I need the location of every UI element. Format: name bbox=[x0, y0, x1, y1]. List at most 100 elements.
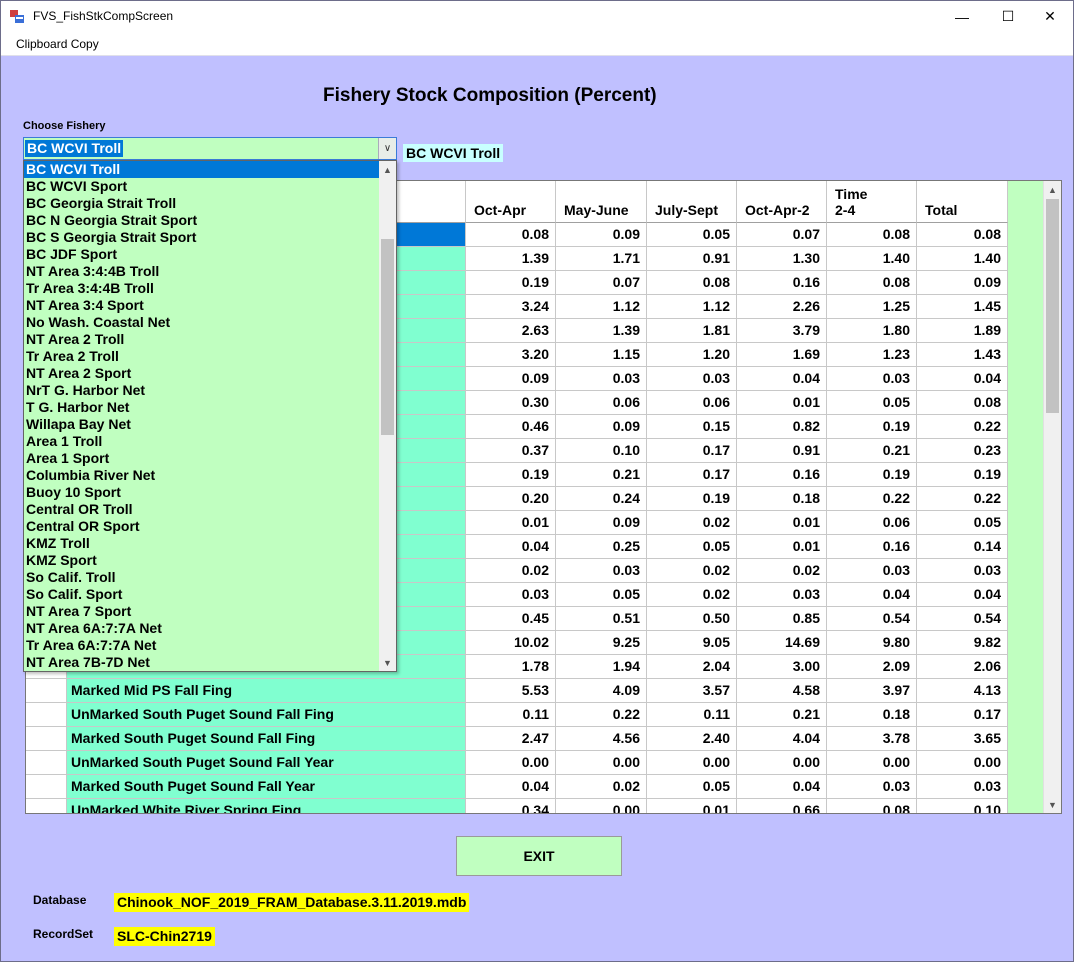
row-header[interactable] bbox=[26, 751, 67, 775]
value-cell[interactable]: 0.11 bbox=[647, 703, 737, 727]
row-header[interactable] bbox=[26, 727, 67, 751]
value-cell[interactable]: 10.02 bbox=[466, 631, 556, 655]
row-header[interactable] bbox=[26, 775, 67, 799]
value-cell[interactable]: 0.00 bbox=[647, 751, 737, 775]
table-row[interactable]: Marked South Puget Sound Fall Year 0.04 0.… bbox=[26, 775, 1008, 799]
fishery-option[interactable]: Columbia River Net bbox=[24, 467, 380, 484]
stock-name-cell[interactable]: Marked Mid PS Fall Fing bbox=[67, 679, 466, 703]
value-cell[interactable]: 0.02 bbox=[647, 559, 737, 583]
value-cell[interactable]: 0.50 bbox=[647, 607, 737, 631]
value-cell[interactable]: 0.66 bbox=[737, 799, 827, 813]
dropdown-scrollbar[interactable]: ▲ ▼ bbox=[379, 161, 396, 671]
value-cell[interactable]: 2.04 bbox=[647, 655, 737, 679]
value-cell[interactable]: 0.22 bbox=[917, 487, 1008, 511]
value-cell[interactable]: 0.00 bbox=[737, 751, 827, 775]
value-cell[interactable]: 2.26 bbox=[737, 295, 827, 319]
value-cell[interactable]: 1.81 bbox=[647, 319, 737, 343]
value-cell[interactable]: 0.09 bbox=[556, 415, 647, 439]
fishery-option[interactable]: NT Area 2 Sport bbox=[24, 365, 380, 382]
value-cell[interactable]: 0.45 bbox=[466, 607, 556, 631]
value-cell[interactable]: 0.09 bbox=[556, 223, 647, 247]
row-header[interactable] bbox=[26, 679, 67, 703]
fishery-combobox[interactable]: BC WCVI Troll ∨ bbox=[23, 137, 397, 160]
table-row[interactable]: Marked Mid PS Fall Fing 5.53 4.09 3.57 4.58 3… bbox=[26, 679, 1008, 703]
fishery-option[interactable]: NT Area 6A:7:7A Net bbox=[24, 620, 380, 637]
value-cell[interactable]: 2.09 bbox=[827, 655, 917, 679]
fishery-option[interactable]: NT Area 3:4 Sport bbox=[24, 297, 380, 314]
value-cell[interactable]: 0.04 bbox=[917, 583, 1008, 607]
value-cell[interactable]: 0.01 bbox=[466, 511, 556, 535]
value-cell[interactable]: 0.01 bbox=[737, 511, 827, 535]
stock-name-cell[interactable]: UnMarked South Puget Sound Fall Fing bbox=[67, 703, 466, 727]
value-cell[interactable]: 0.01 bbox=[647, 799, 737, 813]
fishery-option[interactable]: NrT G. Harbor Net bbox=[24, 382, 380, 399]
value-cell[interactable]: 0.06 bbox=[827, 511, 917, 535]
value-cell[interactable]: 0.09 bbox=[466, 367, 556, 391]
column-header[interactable]: May-June bbox=[556, 181, 647, 223]
value-cell[interactable]: 0.05 bbox=[917, 511, 1008, 535]
stock-name-cell[interactable]: Marked South Puget Sound Fall Year bbox=[67, 775, 466, 799]
value-cell[interactable]: 0.19 bbox=[466, 463, 556, 487]
value-cell[interactable]: 4.58 bbox=[737, 679, 827, 703]
fishery-option[interactable]: BC WCVI Sport bbox=[24, 178, 380, 195]
value-cell[interactable]: 0.01 bbox=[737, 535, 827, 559]
value-cell[interactable]: 0.18 bbox=[737, 487, 827, 511]
column-header[interactable]: July-Sept bbox=[647, 181, 737, 223]
value-cell[interactable]: 0.08 bbox=[917, 223, 1008, 247]
value-cell[interactable]: 3.79 bbox=[737, 319, 827, 343]
value-cell[interactable]: 5.53 bbox=[466, 679, 556, 703]
fishery-option[interactable]: Tr Area 2 Troll bbox=[24, 348, 380, 365]
value-cell[interactable]: 0.19 bbox=[466, 271, 556, 295]
value-cell[interactable]: 0.21 bbox=[827, 439, 917, 463]
value-cell[interactable]: 0.02 bbox=[647, 583, 737, 607]
fishery-option[interactable]: So Calif. Troll bbox=[24, 569, 380, 586]
value-cell[interactable]: 9.25 bbox=[556, 631, 647, 655]
value-cell[interactable]: 0.51 bbox=[556, 607, 647, 631]
combobox-dropdown-button[interactable]: ∨ bbox=[378, 138, 396, 159]
fishery-option[interactable]: NT Area 2 Troll bbox=[24, 331, 380, 348]
close-button[interactable]: ✕ bbox=[1027, 1, 1073, 32]
value-cell[interactable]: 1.15 bbox=[556, 343, 647, 367]
value-cell[interactable]: 1.69 bbox=[737, 343, 827, 367]
value-cell[interactable]: 0.08 bbox=[827, 271, 917, 295]
value-cell[interactable]: 0.05 bbox=[647, 223, 737, 247]
value-cell[interactable]: 0.00 bbox=[556, 751, 647, 775]
value-cell[interactable]: 0.04 bbox=[466, 535, 556, 559]
fishery-option[interactable]: NT Area 7B-7D Net bbox=[24, 654, 380, 671]
value-cell[interactable]: 1.40 bbox=[827, 247, 917, 271]
value-cell[interactable]: 1.23 bbox=[827, 343, 917, 367]
exit-button[interactable]: EXIT bbox=[456, 836, 622, 876]
value-cell[interactable]: 0.14 bbox=[917, 535, 1008, 559]
value-cell[interactable]: 0.04 bbox=[917, 367, 1008, 391]
value-cell[interactable]: 1.12 bbox=[647, 295, 737, 319]
value-cell[interactable]: 0.16 bbox=[827, 535, 917, 559]
table-row[interactable]: UnMarked South Puget Sound Fall Fing 0.11… bbox=[26, 703, 1008, 727]
stock-name-cell[interactable]: UnMarked White River Spring Fing bbox=[67, 799, 466, 813]
value-cell[interactable]: 4.09 bbox=[556, 679, 647, 703]
stock-name-cell[interactable]: Marked South Puget Sound Fall Fing bbox=[67, 727, 466, 751]
value-cell[interactable]: 0.24 bbox=[556, 487, 647, 511]
value-cell[interactable]: 3.65 bbox=[917, 727, 1008, 751]
value-cell[interactable]: 0.22 bbox=[917, 415, 1008, 439]
value-cell[interactable]: 0.00 bbox=[827, 751, 917, 775]
value-cell[interactable]: 0.03 bbox=[917, 775, 1008, 799]
value-cell[interactable]: 0.02 bbox=[647, 511, 737, 535]
fishery-option[interactable]: NT Area 7 Sport bbox=[24, 603, 380, 620]
value-cell[interactable]: 0.17 bbox=[647, 439, 737, 463]
fishery-option[interactable]: BC WCVI Troll bbox=[24, 161, 380, 178]
value-cell[interactable]: 3.57 bbox=[647, 679, 737, 703]
value-cell[interactable]: 0.54 bbox=[917, 607, 1008, 631]
value-cell[interactable]: 0.10 bbox=[556, 439, 647, 463]
value-cell[interactable]: 0.04 bbox=[827, 583, 917, 607]
value-cell[interactable]: 0.30 bbox=[466, 391, 556, 415]
fishery-option[interactable]: Tr Area 3:4:4B Troll bbox=[24, 280, 380, 297]
value-cell[interactable]: 1.12 bbox=[556, 295, 647, 319]
value-cell[interactable]: 0.09 bbox=[917, 271, 1008, 295]
value-cell[interactable]: 0.20 bbox=[466, 487, 556, 511]
value-cell[interactable]: 1.43 bbox=[917, 343, 1008, 367]
fishery-option[interactable]: Willapa Bay Net bbox=[24, 416, 380, 433]
value-cell[interactable]: 1.89 bbox=[917, 319, 1008, 343]
fishery-option[interactable]: No Wash. Coastal Net bbox=[24, 314, 380, 331]
value-cell[interactable]: 0.00 bbox=[556, 799, 647, 813]
fishery-option[interactable]: Tr Area 6A:7:7A Net bbox=[24, 637, 380, 654]
